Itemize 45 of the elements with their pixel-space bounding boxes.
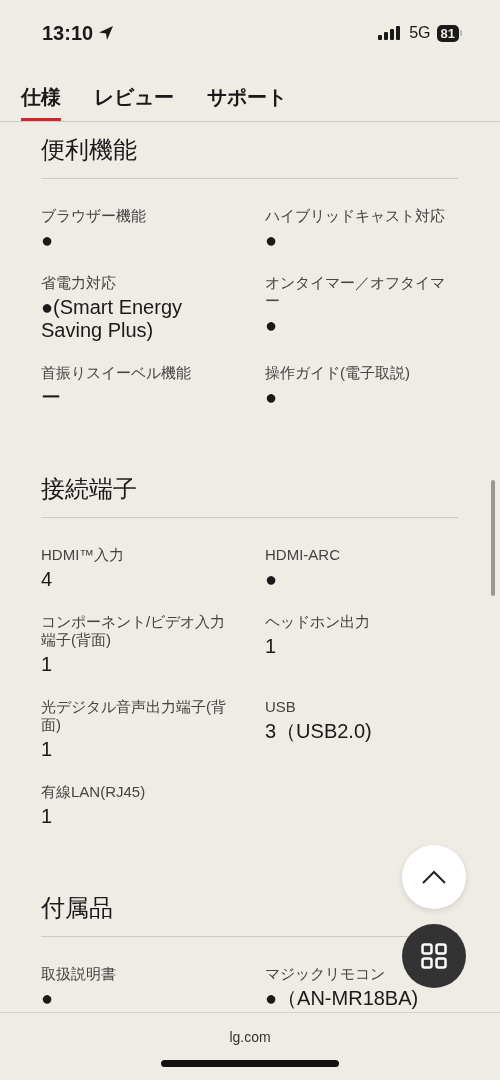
section-title: 便利機能 <box>41 122 458 179</box>
spec-value: ● <box>265 229 279 252</box>
scrollbar[interactable] <box>491 480 495 596</box>
scroll-top-button[interactable] <box>402 845 466 909</box>
spec-label: HDMI-ARC <box>265 546 341 564</box>
spec-label: ハイブリッドキャスト対応 <box>265 207 446 225</box>
tab[interactable]: 仕様 <box>21 66 61 121</box>
spec-label: コンポーネント/ビデオ入力端子(背面) <box>41 613 227 649</box>
tab[interactable]: サポート <box>207 66 287 121</box>
spec-label: 光デジタル音声出力端子(背面) <box>41 698 227 734</box>
grid-icon <box>421 943 447 969</box>
spec-label: 有線LAN(RJ45) <box>41 783 147 801</box>
tab[interactable]: レビュー <box>94 66 174 121</box>
spec-value: 1 <box>41 653 54 676</box>
spec-value: 1 <box>265 635 278 658</box>
spec-label: マジックリモコン <box>265 965 386 983</box>
spec-label: ブラウザー機能 <box>41 207 147 225</box>
spec-label: ヘッドホン出力 <box>265 613 371 631</box>
spec-label: オンタイマー／オフタイマー <box>265 274 446 310</box>
status-time: 13:10 <box>42 21 94 45</box>
address-bar-domain[interactable]: lg.com <box>229 1029 271 1045</box>
spec-label: 首振りスイーベル機能 <box>41 364 192 382</box>
battery-level: 81 <box>436 24 459 42</box>
spec-value: ●（AN-MR18BA) <box>265 987 420 1010</box>
spec-value: 1 <box>41 738 54 761</box>
spec-value: 1 <box>41 805 54 828</box>
spec-value: ●(Smart Energy Saving Plus) <box>41 296 183 342</box>
spec-value: ● <box>265 386 279 409</box>
spec-label: HDMI™入力 <box>41 546 126 564</box>
location-arrow-icon <box>97 24 116 42</box>
spec-value: ー <box>41 386 62 409</box>
spec-label: 取扱説明書 <box>41 965 117 983</box>
home-indicator[interactable] <box>161 1060 339 1067</box>
spec-value: ● <box>265 314 279 337</box>
spec-label: USB <box>265 698 297 716</box>
spec-label: 操作ガイド(電子取説) <box>265 364 411 382</box>
spec-value: ● <box>265 568 279 591</box>
spec-value: 3（USB2.0) <box>265 720 373 743</box>
spec-label: 省電力対応 <box>41 274 117 292</box>
spec-value: 4 <box>41 568 54 591</box>
spec-value: ● <box>41 987 55 1010</box>
chevron-up-icon <box>421 869 447 885</box>
spec-value: ● <box>41 229 55 252</box>
section-title: 接続端子 <box>41 461 458 518</box>
network-type: 5G <box>409 24 431 42</box>
